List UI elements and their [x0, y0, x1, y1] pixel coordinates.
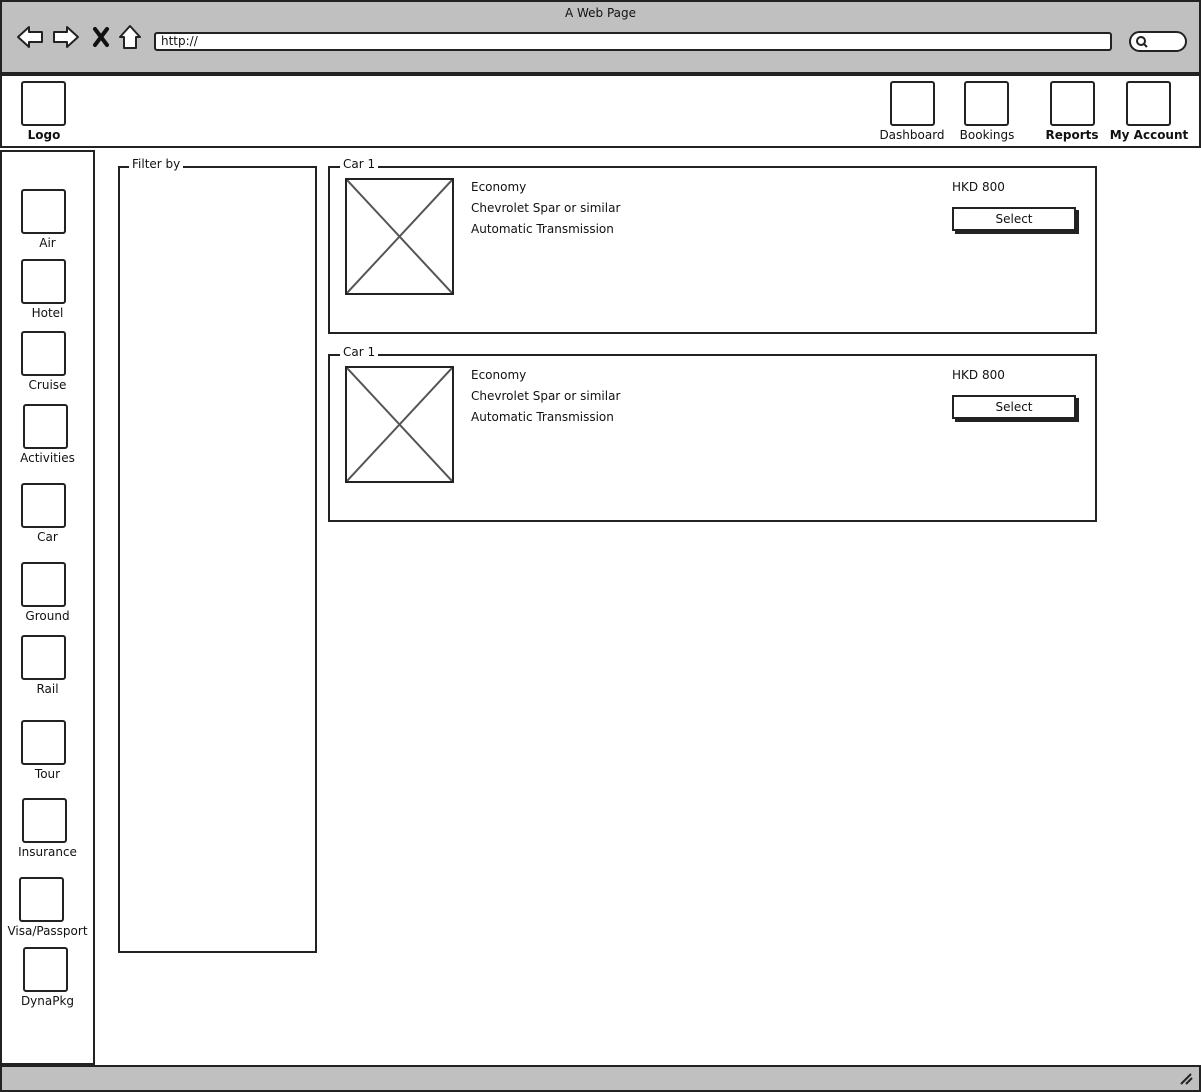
cruise-icon[interactable]: [21, 331, 66, 376]
card-legend: Car 1: [340, 345, 379, 359]
sidebar-item-air[interactable]: Air: [0, 236, 95, 250]
status-bar: [0, 1065, 1201, 1092]
image-placeholder-icon: [347, 180, 452, 293]
select-button[interactable]: Select: [952, 395, 1076, 419]
hotel-icon[interactable]: [21, 259, 66, 304]
resize-grip-icon[interactable]: [1179, 1073, 1193, 1085]
car-category: Economy: [471, 368, 527, 382]
visa-passport-icon[interactable]: [19, 877, 64, 922]
car-transmission: Automatic Transmission: [471, 222, 614, 236]
reports-icon[interactable]: [1050, 81, 1095, 126]
back-arrow-icon[interactable]: [15, 22, 45, 52]
ground-icon[interactable]: [21, 562, 66, 607]
url-input[interactable]: http://: [154, 32, 1112, 51]
car-model: Chevrolet Spar or similar: [471, 201, 621, 215]
window-title: A Web Page: [564, 6, 637, 20]
car-image-placeholder: [345, 178, 454, 295]
bookings-icon[interactable]: [964, 81, 1009, 126]
sidebar-item-rail[interactable]: Rail: [0, 682, 95, 696]
car-image-placeholder: [345, 366, 454, 483]
my-account-icon[interactable]: [1126, 81, 1171, 126]
search-field[interactable]: [1129, 31, 1187, 52]
logo-image[interactable]: [21, 81, 66, 126]
dynapkg-icon[interactable]: [23, 947, 68, 992]
car-price: HKD 800: [952, 368, 1005, 382]
nav-my-account[interactable]: My Account: [1094, 128, 1201, 142]
car-category: Economy: [471, 180, 527, 194]
car-transmission: Automatic Transmission: [471, 410, 614, 424]
card-legend: Car 1: [340, 157, 379, 171]
sidebar-item-ground[interactable]: Ground: [0, 609, 95, 623]
car-icon[interactable]: [21, 483, 66, 528]
image-placeholder-icon: [347, 368, 452, 481]
logo-label: Logo: [27, 128, 61, 142]
sidebar-item-cruise[interactable]: Cruise: [0, 378, 95, 392]
search-icon: [1136, 36, 1148, 48]
sidebar-item-tour[interactable]: Tour: [0, 767, 95, 781]
sidebar-item-insurance[interactable]: Insurance: [0, 845, 95, 859]
tour-icon[interactable]: [21, 720, 66, 765]
air-icon[interactable]: [21, 189, 66, 234]
filter-legend: Filter by: [129, 157, 184, 171]
select-button[interactable]: Select: [952, 207, 1076, 231]
sidebar-item-visa-passport[interactable]: Visa/Passport: [0, 924, 95, 938]
filter-panel: [118, 166, 317, 953]
forward-arrow-icon[interactable]: [51, 22, 81, 52]
rail-icon[interactable]: [21, 635, 66, 680]
sidebar-item-hotel[interactable]: Hotel: [0, 306, 95, 320]
home-icon[interactable]: [115, 22, 145, 52]
car-price: HKD 800: [952, 180, 1005, 194]
sidebar-item-car[interactable]: Car: [0, 530, 95, 544]
close-x-icon[interactable]: [86, 22, 116, 52]
activities-icon[interactable]: [23, 404, 68, 449]
insurance-icon[interactable]: [22, 798, 67, 843]
sidebar-item-dynapkg[interactable]: DynaPkg: [0, 994, 95, 1008]
car-model: Chevrolet Spar or similar: [471, 389, 621, 403]
sidebar-item-activities[interactable]: Activities: [0, 451, 95, 465]
dashboard-icon[interactable]: [890, 81, 935, 126]
